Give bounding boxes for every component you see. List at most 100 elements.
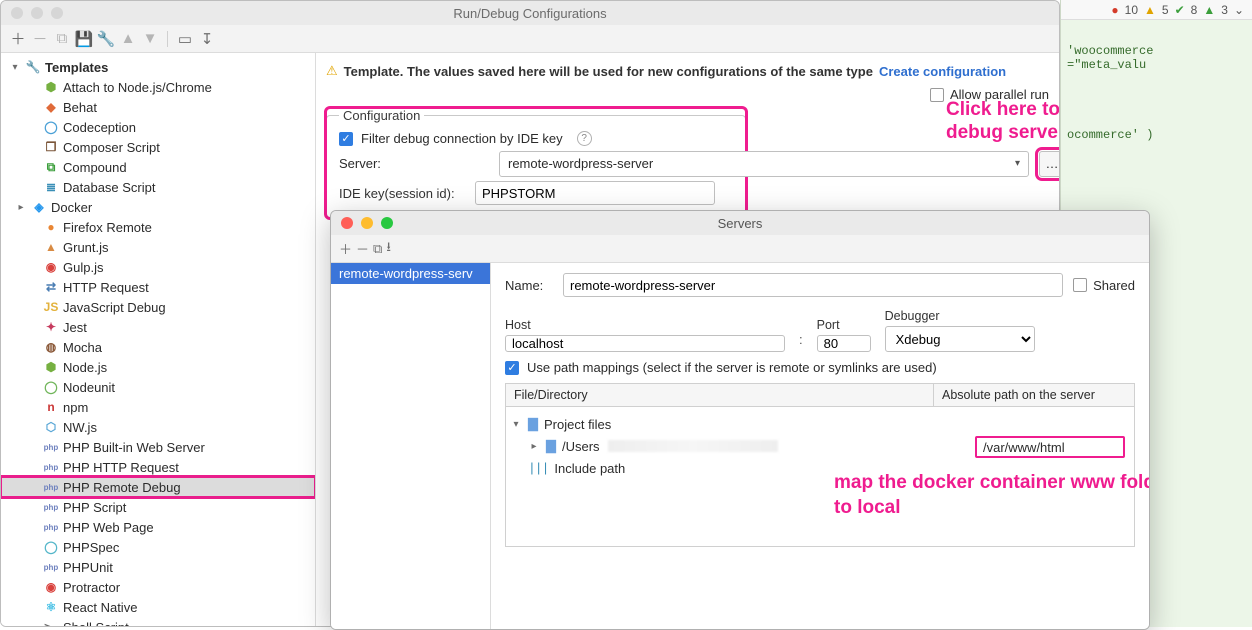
jest-icon: ✦: [43, 319, 59, 335]
gulp-icon: ◉: [43, 259, 59, 275]
template-grunt-js[interactable]: ▲Grunt.js: [1, 237, 315, 257]
template-attach-to-node-js-chrome[interactable]: ⬢Attach to Node.js/Chrome: [1, 77, 315, 97]
template-label: Codeception: [63, 120, 136, 135]
editor-snippet: 'woocommerce ="meta_valu ocommerce' ): [1061, 20, 1252, 166]
server-list-item[interactable]: remote-wordpress-serv: [331, 263, 490, 284]
php-icon: php: [43, 519, 59, 535]
annotation-map-folder: map the docker container www folderto lo…: [834, 471, 1150, 520]
servers-title: Servers: [331, 216, 1149, 231]
project-files-node[interactable]: ▾ ▇ Project files: [510, 413, 1130, 435]
copy-button[interactable]: ⧉: [373, 241, 382, 257]
include-path-icon: |||: [528, 461, 548, 476]
template-nw-js[interactable]: ⬡NW.js: [1, 417, 315, 437]
titlebar: Run/Debug Configurations: [1, 1, 1059, 25]
template-label: HTTP Request: [63, 280, 149, 295]
config-tree[interactable]: ▾ 🔧 Templates ⬢Attach to Node.js/Chrome◆…: [1, 53, 316, 626]
col-absolute-path: Absolute path on the server: [934, 384, 1134, 406]
template-php-remote-debug[interactable]: phpPHP Remote Debug: [1, 477, 315, 497]
save-button[interactable]: 💾: [75, 30, 93, 48]
template-php-built-in-web-server[interactable]: phpPHP Built-in Web Server: [1, 437, 315, 457]
ok-icon: ✔: [1175, 3, 1185, 17]
template-node-js[interactable]: ⬢Node.js: [1, 357, 315, 377]
templates-node[interactable]: ▾ 🔧 Templates: [1, 57, 315, 77]
template-database-script[interactable]: ≣Database Script: [1, 177, 315, 197]
server-name-input[interactable]: [563, 273, 1063, 297]
import-button[interactable]: ⭳: [386, 238, 391, 260]
template-docker[interactable]: ▸◈Docker: [1, 197, 315, 217]
template-nodeunit[interactable]: ◯ Nodeunit: [1, 377, 315, 397]
chevron-down-icon[interactable]: ⌄: [1234, 3, 1244, 17]
template-php-web-page[interactable]: phpPHP Web Page: [1, 517, 315, 537]
grunt-icon: ▲: [43, 239, 59, 255]
template-php-script[interactable]: phpPHP Script: [1, 497, 315, 517]
servers-list[interactable]: remote-wordpress-serv: [331, 263, 491, 629]
server-dropdown[interactable]: remote-wordpress-server ▾: [499, 151, 1029, 177]
template-label: Behat: [63, 100, 97, 115]
folder-icon: ▇: [546, 438, 556, 454]
twisty-icon[interactable]: ▾: [510, 419, 522, 430]
wrench-icon: 🔧: [25, 59, 41, 75]
template-label: Nodeunit: [63, 380, 115, 395]
server-browse-button[interactable]: …: [1039, 151, 1060, 177]
template-firefox-remote[interactable]: ●Firefox Remote: [1, 217, 315, 237]
template-phpspec[interactable]: ◯PHPSpec: [1, 537, 315, 557]
server-label: Server:: [339, 156, 465, 171]
help-icon[interactable]: ?: [577, 131, 592, 146]
template-protractor[interactable]: ◉Protractor: [1, 577, 315, 597]
shared-checkbox[interactable]: [1073, 278, 1087, 292]
template-javascript-debug[interactable]: JSJavaScript Debug: [1, 297, 315, 317]
template-react-native[interactable]: ⚛React Native: [1, 597, 315, 617]
folder-button[interactable]: ▭: [176, 30, 194, 48]
sort-button[interactable]: ↧: [198, 30, 216, 48]
host-input[interactable]: [505, 335, 785, 352]
ide-key-input[interactable]: [475, 181, 715, 205]
template-shell-script[interactable]: >_Shell Script: [1, 617, 315, 626]
window-title: Run/Debug Configurations: [1, 6, 1059, 21]
nunit-icon: ◯: [43, 379, 59, 395]
warning-icon: ⚠: [326, 63, 338, 79]
template-label: React Native: [63, 600, 137, 615]
twisty-icon[interactable]: ▾: [9, 62, 21, 73]
twisty-icon[interactable]: ▸: [528, 441, 540, 452]
debugger-select[interactable]: Xdebug: [885, 326, 1035, 352]
inspection-status: ●10 ▲5 ✔8 ▲3 ⌄: [1061, 0, 1252, 20]
servers-titlebar: Servers: [331, 211, 1149, 235]
php-icon: php: [43, 459, 59, 475]
filter-ide-key-checkbox[interactable]: ✓: [339, 132, 353, 146]
template-label: PHP Built-in Web Server: [63, 440, 205, 455]
template-composer-script[interactable]: ❒Composer Script: [1, 137, 315, 157]
configuration-group: Configuration ✓ Filter debug connection …: [326, 108, 746, 218]
add-button[interactable]: ＋: [339, 239, 352, 258]
path-mappings-checkbox[interactable]: ✓: [505, 361, 519, 375]
name-label: Name:: [505, 278, 553, 293]
template-mocha[interactable]: ◍Mocha: [1, 337, 315, 357]
template-http-request[interactable]: ⇄HTTP Request: [1, 277, 315, 297]
template-compound[interactable]: ⧉Compound: [1, 157, 315, 177]
template-jest[interactable]: ✦Jest: [1, 317, 315, 337]
template-codeception[interactable]: ◯Codeception: [1, 117, 315, 137]
twisty-icon[interactable]: ▸: [15, 202, 27, 213]
move-up-button[interactable]: ▲: [119, 30, 137, 48]
template-behat[interactable]: ◆Behat: [1, 97, 315, 117]
port-label: Port: [817, 318, 871, 332]
edit-defaults-button[interactable]: 🔧: [97, 30, 115, 48]
allow-parallel-checkbox[interactable]: [930, 88, 944, 102]
up-icon: ▲: [1203, 3, 1215, 17]
create-configuration-link[interactable]: Create configuration: [879, 64, 1006, 79]
move-down-button[interactable]: ▼: [141, 30, 159, 48]
remove-button[interactable]: －: [31, 30, 49, 48]
absolute-path-cell[interactable]: /var/www/html: [975, 436, 1125, 458]
template-npm[interactable]: nnpm: [1, 397, 315, 417]
template-gulp-js[interactable]: ◉Gulp.js: [1, 257, 315, 277]
servers-dialog: Servers ＋ － ⧉ ⭳ remote-wordpress-serv Na…: [330, 210, 1150, 630]
path-mappings-label: Use path mappings (select if the server …: [527, 360, 937, 375]
npm-icon: n: [43, 399, 59, 415]
template-php-http-request[interactable]: phpPHP HTTP Request: [1, 457, 315, 477]
template-label: Mocha: [63, 340, 102, 355]
port-input[interactable]: [817, 335, 871, 352]
copy-button[interactable]: ⧉: [53, 30, 71, 48]
template-phpunit[interactable]: phpPHPUnit: [1, 557, 315, 577]
template-label: PHP Remote Debug: [63, 480, 181, 495]
add-button[interactable]: ＋: [9, 30, 27, 48]
remove-button[interactable]: －: [356, 239, 369, 258]
